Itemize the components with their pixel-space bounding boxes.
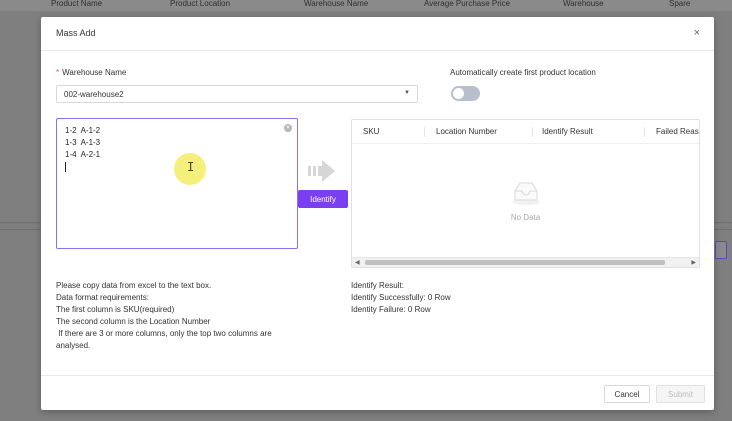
instruction-line: Data format requirements: [56, 293, 149, 302]
sku-data-textarea[interactable]: 1-2 A-1-2 1-3 A-1-3 1-4 A-2-1 ✕ [56, 118, 298, 249]
background-table-header: Product Name Product Location Warehouse … [0, 0, 732, 11]
column-header-identify-result: Identify Result [542, 127, 593, 136]
toggle-knob [453, 88, 464, 99]
auto-location-toggle[interactable] [451, 86, 480, 101]
table-header: SKU Location Number Identify Result Fail… [352, 120, 699, 144]
bg-column-header: Spare [669, 0, 691, 8]
bg-column-header: Product Location [170, 0, 231, 8]
scroll-right-icon[interactable]: ▶ [691, 259, 696, 266]
column-separator [532, 127, 533, 137]
dialog-footer: Cancel Submit [41, 375, 714, 410]
bg-column-header: Average Purchase Price [424, 0, 511, 8]
dialog-title: Mass Add [56, 28, 96, 38]
instruction-line: Please copy data from excel to the text … [56, 281, 212, 290]
text-caret [65, 162, 66, 172]
arrow-right-icon [308, 160, 335, 182]
clear-icon[interactable]: ✕ [284, 124, 292, 132]
empty-text: No Data [510, 213, 541, 222]
format-instructions: Please copy data from excel to the text … [56, 280, 272, 352]
textarea-content: 1-2 A-1-2 1-3 A-1-3 1-4 A-2-1 [65, 125, 100, 172]
instruction-line: If there are 3 or more columns, only the… [56, 329, 272, 338]
scrollbar-thumb[interactable] [365, 260, 665, 265]
dialog-header: Mass Add × [41, 17, 714, 51]
column-separator [644, 127, 645, 137]
cancel-button[interactable]: Cancel [604, 385, 650, 403]
identify-failure-count: Identity Failure: 0 Row [351, 305, 431, 314]
mass-add-dialog: Mass Add × * Warehouse Name 002-warehouse… [41, 17, 714, 410]
warehouse-select-value: 002-warehouse2 [64, 90, 124, 99]
warehouse-name-label-text: Warehouse Name [62, 68, 127, 77]
identify-result-table: SKU Location Number Identify Result Fail… [351, 119, 700, 268]
auto-location-label: Automatically create first product locat… [450, 68, 596, 77]
chevron-down-icon: ▼ [404, 90, 410, 96]
scroll-left-icon[interactable]: ◀ [355, 259, 360, 266]
textarea-line: 1-3 A-1-3 [65, 138, 101, 147]
horizontal-scrollbar[interactable]: ◀ ▶ [352, 257, 699, 267]
warehouse-name-label: * Warehouse Name [56, 68, 126, 77]
column-separator [424, 127, 425, 137]
bg-column-header: Product Name [51, 0, 103, 8]
empty-box-icon [512, 182, 540, 205]
instruction-line: The first column is SKU(required) [56, 305, 175, 314]
identify-success-count: Identify Successfully: 0 Row [351, 293, 451, 302]
identify-summary: Identify Result: Identify Successfully: … [351, 280, 451, 316]
ibeam-cursor-icon: I [187, 160, 195, 174]
column-header-location-number: Location Number [436, 127, 497, 136]
textarea-line: 1-4 A-2-1 [65, 150, 101, 159]
bg-column-header: Warehouse Name [304, 0, 369, 8]
close-icon[interactable]: × [694, 27, 700, 39]
identify-button[interactable]: Identify [298, 190, 348, 208]
submit-button[interactable]: Submit [656, 385, 705, 403]
instruction-line: analysed. [56, 341, 91, 350]
bg-column-header: Warehouse [563, 0, 604, 8]
column-header-sku: SKU [363, 127, 380, 136]
column-header-failed-reason: Failed Reas [656, 127, 699, 136]
instruction-line: The second column is the Location Number [56, 317, 211, 326]
required-mark: * [56, 68, 60, 77]
warehouse-select[interactable]: 002-warehouse2 ▼ [56, 85, 418, 103]
background-button [715, 241, 727, 259]
textarea-line: 1-2 A-1-2 [65, 126, 101, 135]
identify-result-heading: Identify Result: [351, 281, 404, 290]
